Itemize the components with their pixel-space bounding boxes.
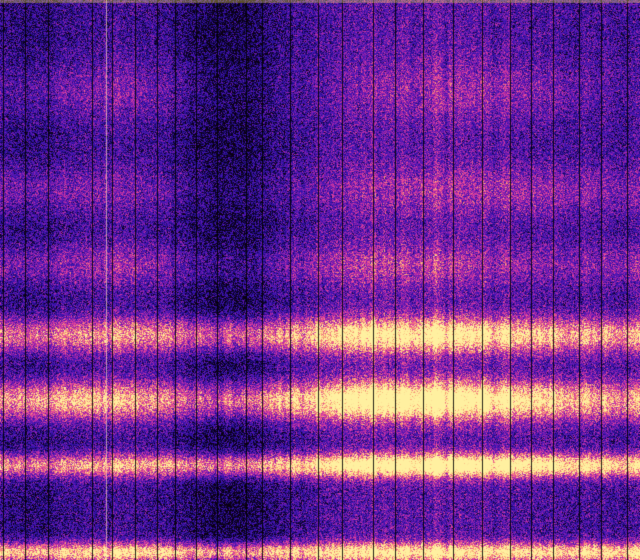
spectrogram-viewport: [0, 0, 640, 560]
spectrogram-image: [0, 0, 640, 560]
